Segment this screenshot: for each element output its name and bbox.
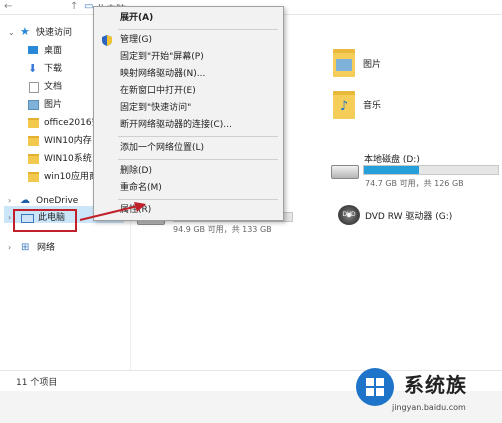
menu-item-delete[interactable]: 删除(D) — [94, 163, 283, 179]
menu-item-label: 断开网络驱动器的连接(C)... — [120, 120, 232, 130]
menu-item-label: 重命名(M) — [120, 183, 162, 193]
folder-icon — [28, 136, 39, 146]
folder-label[interactable]: 图片 — [363, 57, 381, 70]
drive-d-label[interactable]: 本地磁盘 (D:) — [364, 152, 420, 165]
picture-icon — [28, 100, 39, 110]
menu-item-expand[interactable]: 展开(A) — [94, 10, 283, 26]
chevron-down-icon[interactable]: ⌄ — [8, 25, 15, 41]
sidebar-item-label: win10应用商 — [44, 172, 99, 182]
watermark-url: jingyan.baidu.com — [392, 403, 466, 412]
chevron-right-icon[interactable]: › — [8, 240, 11, 256]
menu-item-disconnect-drive[interactable]: 断开网络驱动器的连接(C)... — [94, 117, 283, 133]
music-note-icon: ♪ — [339, 99, 349, 114]
highlight-annotation-box — [13, 209, 77, 232]
folder-icon — [28, 172, 39, 182]
sidebar-item-label: 图片 — [44, 100, 63, 110]
menu-item-rename[interactable]: 重命名(M) — [94, 180, 283, 196]
sidebar-item-label: 网络 — [37, 243, 56, 253]
sidebar-item-network[interactable]: › ⊞ 网络 — [0, 240, 128, 256]
drive-d-usage-bar — [363, 165, 499, 175]
document-icon — [29, 82, 39, 93]
menu-item-label: 展开(A) — [120, 13, 154, 23]
menu-item-label: 映射网络驱动器(N)... — [120, 69, 206, 79]
status-item-count: 11 个项目 — [16, 378, 58, 388]
star-icon: ★ — [20, 25, 30, 38]
menu-separator — [118, 136, 278, 137]
menu-item-label: 删除(D) — [120, 166, 152, 176]
network-icon: ⊞ — [21, 242, 30, 253]
menu-item-label: 管理(G) — [120, 35, 152, 45]
picture-icon — [336, 59, 352, 71]
sidebar-item-label: 下载 — [44, 64, 63, 74]
menu-item-pin-start[interactable]: 固定到"开始"屏幕(P) — [94, 49, 283, 65]
sidebar-item-label: 文档 — [44, 82, 63, 92]
watermark: 系统族 jingyan.baidu.com — [350, 362, 500, 420]
chevron-right-icon[interactable]: › — [8, 210, 11, 226]
menu-item-map-drive[interactable]: 映射网络驱动器(N)... — [94, 66, 283, 82]
back-arrow-icon[interactable]: ← — [4, 1, 12, 12]
menu-item-manage[interactable]: 管理(G) — [94, 32, 283, 48]
menu-separator — [118, 29, 278, 30]
pictures-folder-icon[interactable] — [333, 49, 355, 77]
menu-item-label: 固定到"开始"屏幕(P) — [120, 52, 204, 62]
watermark-brand: 系统族 — [404, 373, 467, 397]
menu-item-label: 固定到"快速访问" — [120, 103, 192, 113]
folder-icon — [28, 118, 39, 128]
folder-icon — [28, 154, 39, 164]
menu-item-open-new-window[interactable]: 在新窗口中打开(E) — [94, 83, 283, 99]
drive-d-usage-fill — [364, 166, 419, 174]
sidebar-item-label: 桌面 — [44, 46, 63, 56]
drive-d-icon[interactable] — [331, 165, 359, 179]
drive-d-usage-text: 74.7 GB 可用，共 126 GB — [365, 179, 464, 188]
menu-item-label: 添加一个网络位置(L) — [120, 143, 205, 153]
dvd-drive-icon[interactable]: DVD — [338, 205, 360, 225]
windows-logo-icon — [356, 368, 394, 406]
music-folder-icon[interactable]: ♪ — [333, 91, 355, 119]
drive-g-label[interactable]: DVD RW 驱动器 (G:) — [365, 209, 452, 222]
up-arrow-icon[interactable]: ↑ — [70, 1, 78, 12]
sidebar-item-label: WIN10系统 — [44, 154, 92, 164]
sidebar-item-label: 快速访问 — [36, 28, 73, 38]
annotation-arrow-icon — [79, 202, 146, 221]
menu-item-pin-quick-access[interactable]: 固定到"快速访问" — [94, 100, 283, 116]
folder-label[interactable]: 音乐 — [363, 98, 381, 111]
menu-separator — [118, 159, 278, 160]
cloud-icon: ☁ — [20, 195, 30, 206]
download-icon: ⬇ — [28, 62, 38, 75]
menu-item-label: 在新窗口中打开(E) — [120, 86, 196, 96]
desktop-icon — [28, 46, 38, 54]
context-menu: 展开(A) 管理(G) 固定到"开始"屏幕(P) 映射网络驱动器(N)... 在… — [93, 6, 284, 221]
menu-item-add-network-location[interactable]: 添加一个网络位置(L) — [94, 140, 283, 156]
drive-c-usage-text: 94.9 GB 可用，共 133 GB — [173, 225, 272, 234]
shield-icon — [102, 35, 112, 46]
